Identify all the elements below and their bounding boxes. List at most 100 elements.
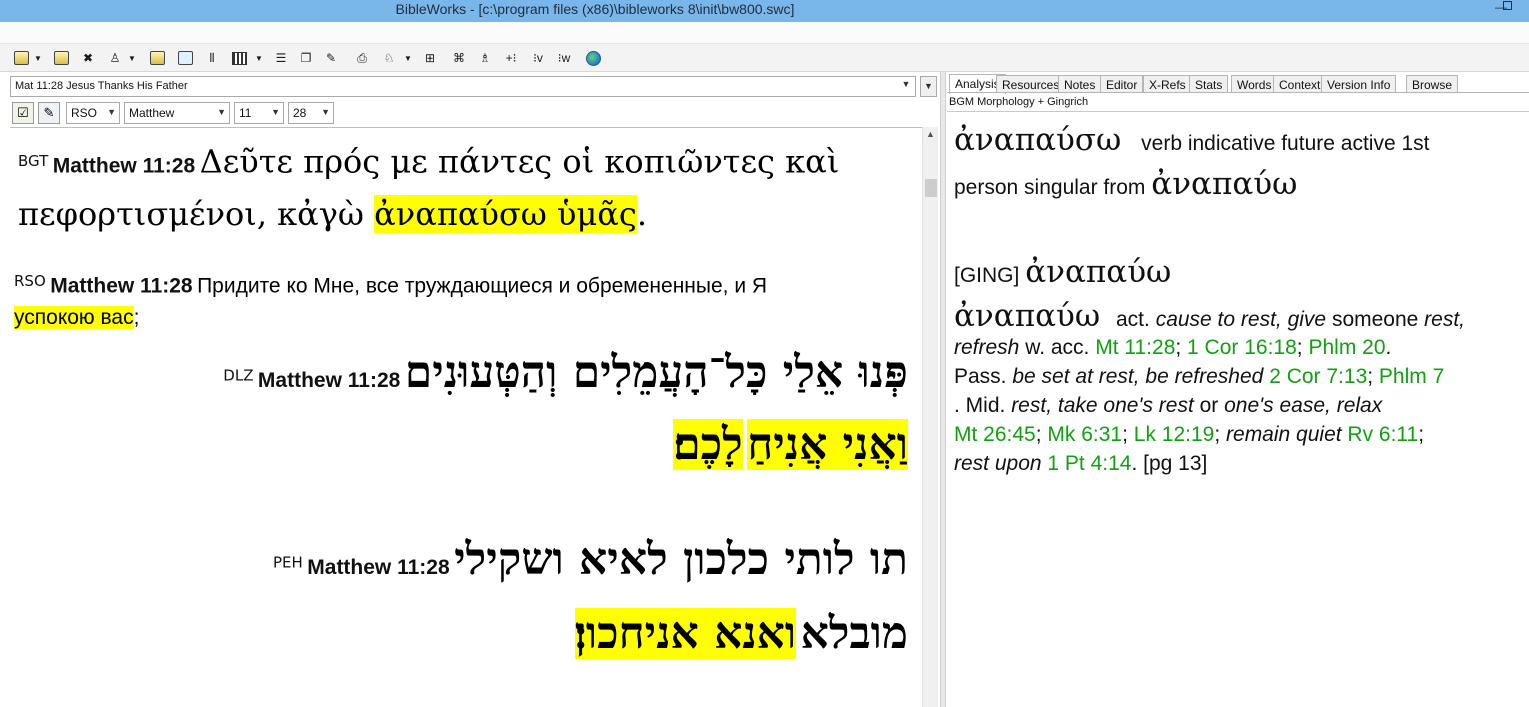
scripture-link[interactable]: Phlm 7 bbox=[1379, 365, 1444, 388]
person-icon[interactable]: ♗ bbox=[476, 49, 494, 67]
verse-text[interactable]: מובלא bbox=[801, 608, 908, 659]
definition: cause to rest, give bbox=[1155, 308, 1327, 331]
entry-text: act. bbox=[1116, 308, 1156, 331]
scripture-link[interactable]: Mk 6:31 bbox=[1047, 423, 1122, 446]
highlighted-word[interactable]: ἀναπαύσω ὑμᾶς bbox=[374, 195, 637, 234]
checkbox-icon[interactable]: ☑ bbox=[12, 102, 34, 124]
chevron-down-icon[interactable]: ▼ bbox=[404, 49, 412, 67]
scripture-link[interactable]: 2 Cor 7:13 bbox=[1269, 365, 1367, 388]
search-icon[interactable] bbox=[12, 49, 30, 67]
headword[interactable]: ἀναπαύσω bbox=[954, 122, 1121, 158]
restore-icon[interactable] bbox=[1485, 0, 1529, 12]
grid-icon[interactable]: ⊞ bbox=[421, 49, 439, 67]
tab-resources[interactable]: Resources bbox=[996, 75, 1066, 93]
scripture-link[interactable]: Lk 12:19 bbox=[1134, 423, 1215, 446]
verse-bgt: BGT Matthew 11:28 Δεῦτε πρός με πάντες ο… bbox=[18, 138, 908, 244]
window-icon[interactable] bbox=[176, 49, 194, 67]
chevron-down-icon: ▼ bbox=[107, 107, 116, 117]
entry-text: w. acc. bbox=[1019, 336, 1096, 359]
chevron-down-icon[interactable]: ▼ bbox=[128, 49, 136, 67]
tab-context[interactable]: Context bbox=[1273, 75, 1327, 93]
highlighted-word[interactable]: успокою вас bbox=[14, 306, 134, 330]
scripture-link[interactable]: Rv 6:11 bbox=[1347, 423, 1418, 446]
tab-browse[interactable]: Browse bbox=[1406, 75, 1459, 93]
scrollbar-thumb[interactable] bbox=[925, 179, 937, 197]
verse-reference[interactable]: Matthew 11:28 bbox=[258, 369, 400, 392]
scripture-link[interactable]: Mt 26:45 bbox=[954, 423, 1036, 446]
tab-xrefs[interactable]: X-Refs bbox=[1143, 75, 1192, 93]
definition: be set at rest, be refreshed bbox=[1012, 365, 1264, 388]
verse-reference[interactable]: Matthew 11:28 bbox=[307, 556, 449, 579]
analysis-content: ἀναπαύσω verb indicative future active 1… bbox=[954, 122, 1524, 481]
scripture-link[interactable]: Phlm 20 bbox=[1308, 336, 1385, 359]
layout-icon[interactable] bbox=[230, 49, 248, 67]
definition: refresh bbox=[954, 336, 1020, 359]
chevron-down-icon: ▼ bbox=[321, 107, 330, 117]
entry-lemma[interactable]: ἀναπαύω bbox=[954, 298, 1100, 334]
scripture-link[interactable]: 1 Cor 16:18 bbox=[1187, 336, 1297, 359]
verse-selector[interactable]: Mat 11:28 Jesus Thanks His Father ▼ bbox=[10, 76, 916, 97]
verse-text[interactable]: תו לותי כלכון לאיא ושקילי bbox=[454, 534, 908, 585]
list-icon[interactable]: ☰ bbox=[272, 49, 290, 67]
chapter-select[interactable]: 11 ▼ bbox=[234, 102, 284, 124]
version-select[interactable]: RSO ▼ bbox=[66, 102, 120, 124]
entry-text: Pass. bbox=[954, 365, 1013, 388]
entry-line: ἀναπαύω act. cause to rest, give someone… bbox=[954, 298, 1524, 336]
chevron-down-icon[interactable]: ▼ bbox=[255, 49, 263, 67]
book-select-value: Matthew bbox=[129, 106, 175, 120]
verse-text[interactable]: Придите ко Мне, все труждающиеся и обрем… bbox=[197, 274, 767, 297]
verse-text[interactable]: פְּנוּ אֵלַי כָּל־הָעֲמֵלִים וְהַטְּעוּנ… bbox=[405, 347, 908, 398]
verse-reference[interactable]: Matthew 11:28 bbox=[53, 154, 195, 177]
parse-line: ἀναπαύσω verb indicative future active 1… bbox=[954, 122, 1524, 166]
verse-text-window[interactable]: BGT Matthew 11:28 Δεῦτε πρός με πάντες ο… bbox=[10, 127, 922, 707]
scripture-link[interactable]: 1 Pt 4:14 bbox=[1047, 452, 1131, 475]
diagram-icon[interactable]: ⌘ bbox=[450, 49, 468, 67]
tab-words[interactable]: Words bbox=[1231, 75, 1278, 93]
highlighted-word[interactable]: ואנא אניחכון׃ bbox=[574, 608, 797, 659]
pane-splitter[interactable] bbox=[940, 72, 946, 707]
verse-number-select[interactable]: 28 ▼ bbox=[288, 102, 334, 124]
bookmark-icon[interactable] bbox=[52, 49, 70, 67]
verse-icon[interactable]: ⁝v bbox=[529, 49, 547, 67]
version-bar: ☑ ✎ RSO ▼ Matthew ▼ 11 ▼ 28 ▼ bbox=[10, 100, 916, 126]
copy-icon[interactable]: ❐ bbox=[297, 49, 315, 67]
link-icon[interactable]: ✎ bbox=[38, 102, 60, 124]
print-icon[interactable]: ⎙ bbox=[353, 49, 371, 67]
book-select[interactable]: Matthew ▼ bbox=[124, 102, 230, 124]
chevron-down-icon[interactable]: ▼ bbox=[899, 79, 913, 94]
lemma[interactable]: ἀναπαύω bbox=[1151, 166, 1297, 202]
globe-icon[interactable] bbox=[584, 49, 602, 67]
tab-version-info[interactable]: Version Info bbox=[1321, 75, 1397, 93]
browse-pane: Mat 11:28 Jesus Thanks His Father ▼ ▼ ☑ … bbox=[8, 74, 938, 707]
chapter-select-value: 11 bbox=[239, 106, 252, 120]
version-label: PEH bbox=[273, 553, 303, 572]
tab-notes[interactable]: Notes bbox=[1058, 75, 1102, 93]
plus-icon[interactable]: +⁝ bbox=[502, 49, 520, 67]
tab-stats[interactable]: Stats bbox=[1189, 75, 1229, 93]
entry-line: rest upon 1 Pt 4:14. [pg 13] bbox=[954, 452, 1524, 481]
scripture-link[interactable]: Mt 11:28 bbox=[1095, 336, 1175, 359]
chevron-up-icon[interactable]: ▲ bbox=[926, 129, 935, 139]
pane-menu-button[interactable]: ▼ bbox=[920, 76, 937, 97]
verse-reference[interactable]: Matthew 11:28 bbox=[50, 274, 192, 297]
edit-icon[interactable]: ✎ bbox=[322, 49, 340, 67]
vertical-scrollbar[interactable]: ▲ bbox=[922, 127, 938, 707]
module-label: BGM Morphology + Gingrich bbox=[947, 94, 1529, 112]
definition: one's ease, relax bbox=[1224, 394, 1383, 417]
user-icon[interactable]: ♙ bbox=[106, 49, 124, 67]
parse-text: person singular from bbox=[954, 176, 1152, 199]
tab-editor[interactable]: Editor bbox=[1100, 75, 1144, 93]
highlight-icon[interactable] bbox=[148, 49, 166, 67]
tools-icon[interactable]: ✖ bbox=[79, 49, 97, 67]
parallel-icon[interactable]: ⫴ bbox=[203, 49, 221, 67]
main-toolbar: ▼ ✖ ♙ ▼ ⫴ ▼ ☰ ❐ ✎ ⎙ ♘ ▼ ⊞ ⌘ ♗ +⁝ ⁝v ⁝w bbox=[0, 44, 1529, 72]
lexicon-icon[interactable]: ♘ bbox=[380, 49, 398, 67]
chevron-down-icon[interactable]: ▼ bbox=[34, 49, 42, 67]
highlighted-word[interactable]: לָכֶם׃ bbox=[673, 419, 743, 470]
highlighted-word[interactable]: וַאֲנִי אֲנִיחַ bbox=[747, 419, 908, 470]
verse-text[interactable]: πεφορτισμένοι, κἀγὼ bbox=[18, 195, 374, 233]
verse-text[interactable]: Δεῦτε πρός με πάντες οἱ κοπιῶντες καὶ bbox=[200, 142, 840, 180]
version-label: DLZ bbox=[223, 366, 254, 385]
word-icon[interactable]: ⁝w bbox=[555, 49, 573, 67]
ging-lemma[interactable]: ἀναπαύω bbox=[1025, 254, 1171, 290]
